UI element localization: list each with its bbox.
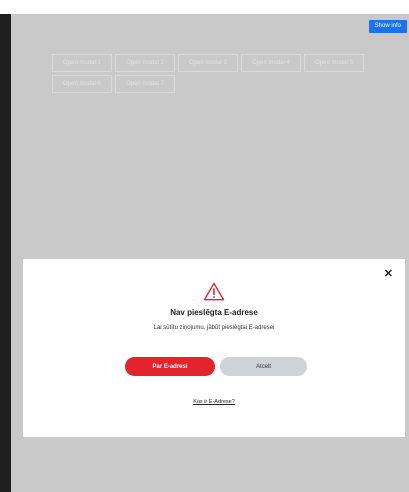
top-bar	[0, 0, 409, 14]
what-is-e-address-link[interactable]: Kas ir E-Adrese?	[23, 399, 405, 405]
about-e-address-button[interactable]: Par E-adresi	[125, 357, 215, 376]
e-address-dialog: ✕ Nav pieslēgta E-adrese Lai sūtītu ziņo…	[23, 259, 405, 437]
open-modal-2-button[interactable]: Open modal 2	[115, 54, 175, 72]
open-modal-4-button[interactable]: Open modal 4	[241, 54, 301, 72]
open-modal-6-button[interactable]: Open modal 6	[52, 75, 112, 93]
warning-triangle-icon	[203, 282, 225, 301]
dialog-title: Nav pieslēgta E-adrese	[170, 308, 258, 317]
close-icon[interactable]: ✕	[384, 269, 393, 280]
open-modal-1-button[interactable]: Open modal 1	[52, 54, 112, 72]
modal-button-grid: Open modal 1 Open modal 2 Open modal 3 O…	[52, 54, 382, 93]
dialog-message: Lai sūtītu ziņojumu, jābūt pieslēgtai E-…	[153, 325, 275, 331]
show-info-button[interactable]: Show info	[368, 20, 407, 33]
open-modal-5-button[interactable]: Open modal 5	[304, 54, 364, 72]
cancel-button[interactable]: Atcelt	[220, 357, 307, 376]
open-modal-3-button[interactable]: Open modal 3	[178, 54, 238, 72]
open-modal-7-button[interactable]: Open modal 7	[115, 75, 175, 93]
